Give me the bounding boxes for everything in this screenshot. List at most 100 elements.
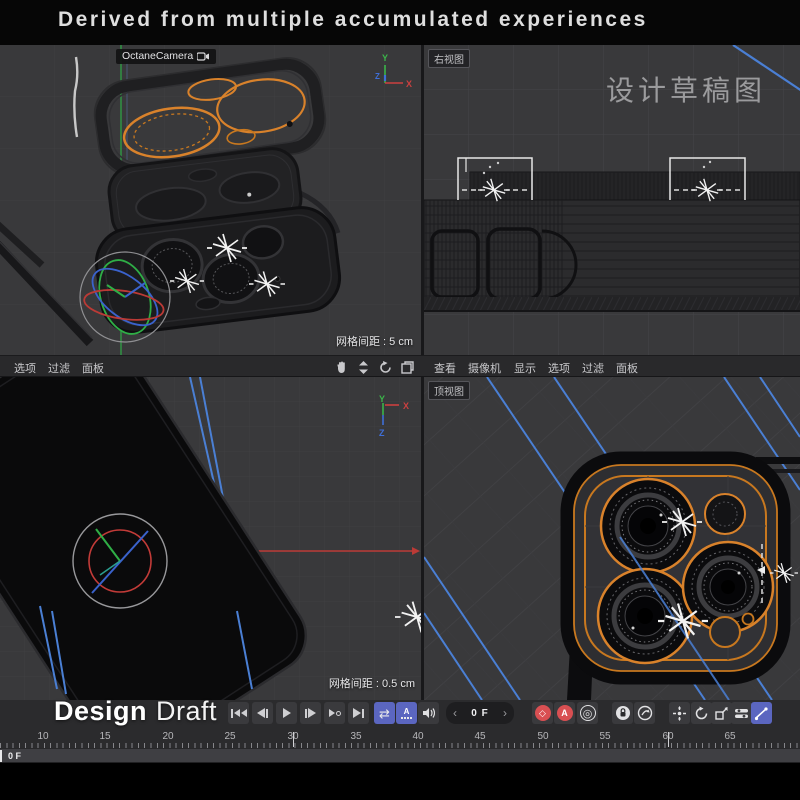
ruler-tick: 55 — [599, 731, 610, 742]
menu-display[interactable]: 显示 — [514, 360, 536, 376]
autokey-button[interactable]: A — [554, 702, 575, 724]
ruler-tick: 45 — [474, 731, 485, 742]
frame-increment[interactable]: › — [503, 706, 507, 720]
viewport-menubar: 选项 过滤 面板 查看 摄像机 显示 选项 — [0, 355, 800, 377]
ruler-tick: 25 — [224, 731, 235, 742]
perspective-scene — [0, 45, 421, 355]
motion-mode-button[interactable] — [634, 702, 655, 724]
pla-button[interactable] — [751, 702, 772, 724]
menu-filter[interactable]: 过滤 — [582, 360, 604, 376]
footer-brand: DesignDraft — [54, 696, 217, 727]
menubar-left: 选项 过滤 面板 — [0, 356, 421, 378]
record-keyframe-button[interactable]: ◇ — [532, 702, 553, 724]
ruler-tick: 10 — [37, 731, 48, 742]
watermark-text: 设计草稿图 — [606, 69, 766, 109]
bottom-spacer — [0, 763, 800, 800]
dolly-icon[interactable] — [355, 359, 371, 375]
record-parameters-button[interactable] — [731, 702, 752, 724]
axis-gizmo: Y X Z — [369, 393, 413, 439]
parameters-icon — [734, 707, 749, 720]
app-window: Derived from multiple accumulated experi… — [0, 0, 800, 800]
menu-options[interactable]: 选项 — [548, 360, 570, 376]
next-frame-button[interactable] — [300, 702, 321, 724]
ruler-tick: 50 — [537, 731, 548, 742]
loop-icon: ⇄ — [379, 707, 390, 720]
camera-name: OctaneCamera — [122, 50, 193, 62]
menu-view[interactable]: 查看 — [434, 360, 456, 376]
frame-decrement[interactable]: ‹ — [453, 706, 457, 720]
pan-icon[interactable] — [333, 359, 349, 375]
ruler-tick: 35 — [350, 731, 361, 742]
ruler-tick: 20 — [162, 731, 173, 742]
grid-spacing-label: 网格间距 : 5 cm — [336, 333, 413, 349]
menu-options[interactable]: 选项 — [14, 360, 36, 376]
keyframe-selection-button[interactable]: ◎ — [577, 702, 598, 724]
timeline-bar: DesignDraft ⇄ A ‹ 0 F › ◇ A ◎ — [0, 700, 800, 763]
axis-y-label: Y — [382, 53, 388, 63]
menubar-right: 查看 摄像机 显示 选项 过滤 面板 — [424, 356, 800, 378]
motion-icon — [637, 705, 653, 721]
viewport-front-view[interactable]: Y X Z 网格间距 : 0.5 cm — [0, 377, 421, 700]
front-view-scene — [0, 377, 421, 700]
viewport-top-view[interactable]: 顶视图 — [424, 377, 800, 700]
lock-keyframes-button[interactable] — [612, 702, 633, 724]
menu-cameras[interactable]: 摄像机 — [468, 360, 501, 376]
mic-dot — [743, 614, 754, 625]
key-mode-button[interactable]: A — [396, 702, 417, 724]
brand-secondary: Draft — [156, 696, 217, 726]
rotation-icon — [694, 706, 709, 721]
menu-filter[interactable]: 过滤 — [48, 360, 70, 376]
autokey-icon: A — [557, 705, 573, 721]
go-to-end-button[interactable] — [348, 702, 369, 724]
timeline-ruler[interactable]: 10 15 20 25 30 35 40 45 50 55 60 65 — [0, 730, 800, 748]
loop-mode-button[interactable]: ⇄ — [374, 702, 395, 724]
camera-module — [563, 454, 788, 682]
top-banner: Derived from multiple accumulated experi… — [0, 0, 800, 45]
axis-x-label: X — [403, 401, 409, 411]
record-scale-button[interactable] — [711, 702, 732, 724]
record-icon: ◇ — [535, 705, 551, 721]
major-tick-60 — [668, 732, 669, 747]
major-tick-30 — [293, 732, 294, 747]
flash-circle — [705, 494, 745, 534]
go-to-start-button[interactable] — [228, 702, 249, 724]
axis-z-label: Z — [375, 72, 380, 81]
next-key-button[interactable] — [324, 702, 345, 724]
playhead[interactable]: 0 F — [0, 750, 26, 762]
top-view-scene — [424, 377, 800, 700]
viewport-perspective[interactable]: OctaneCamera Y Z X 网格间距 : 5 cm — [0, 45, 421, 355]
grid-spacing-label: 网格间距 : 0.5 cm — [329, 675, 415, 691]
axis-y-label: Y — [379, 394, 385, 404]
sensor-circle — [710, 617, 740, 647]
play-button[interactable] — [276, 702, 297, 724]
lock-icon — [615, 705, 631, 721]
scale-icon — [714, 706, 729, 721]
keyframe-selection-icon: ◎ — [580, 705, 596, 721]
viewport-label: 右视图 — [428, 49, 470, 68]
ruler-tick: 15 — [99, 731, 110, 742]
sound-button[interactable] — [418, 702, 439, 724]
page-title: Derived from multiple accumulated experi… — [58, 8, 648, 32]
previous-frame-button[interactable] — [252, 702, 273, 724]
record-rotation-button[interactable] — [691, 702, 712, 724]
frame-value: 0 F — [471, 708, 488, 719]
phone-side-wireframe — [424, 172, 800, 311]
keyframe-mode-icon: A — [401, 708, 412, 719]
lens-top-left — [601, 479, 695, 573]
viewport-label: 顶视图 — [428, 381, 470, 400]
frame-field[interactable]: ‹ 0 F › — [446, 702, 514, 724]
position-icon — [672, 706, 687, 721]
camera-label[interactable]: OctaneCamera — [116, 49, 216, 64]
timeline-scrubber[interactable]: 0 F — [0, 748, 800, 763]
menu-panel[interactable]: 面板 — [616, 360, 638, 376]
axis-gizmo: Y Z X — [369, 51, 413, 95]
viewport-right-view[interactable]: 右视图 设计草稿图 — [424, 45, 800, 355]
axis-z-label: Z — [379, 428, 385, 438]
maximize-icon[interactable] — [399, 359, 415, 375]
pla-icon — [754, 706, 769, 721]
ruler-tick: 40 — [412, 731, 423, 742]
record-position-button[interactable] — [669, 702, 690, 724]
orbit-icon[interactable] — [377, 359, 393, 375]
menu-panel[interactable]: 面板 — [82, 360, 104, 376]
camera-icon — [197, 52, 210, 61]
